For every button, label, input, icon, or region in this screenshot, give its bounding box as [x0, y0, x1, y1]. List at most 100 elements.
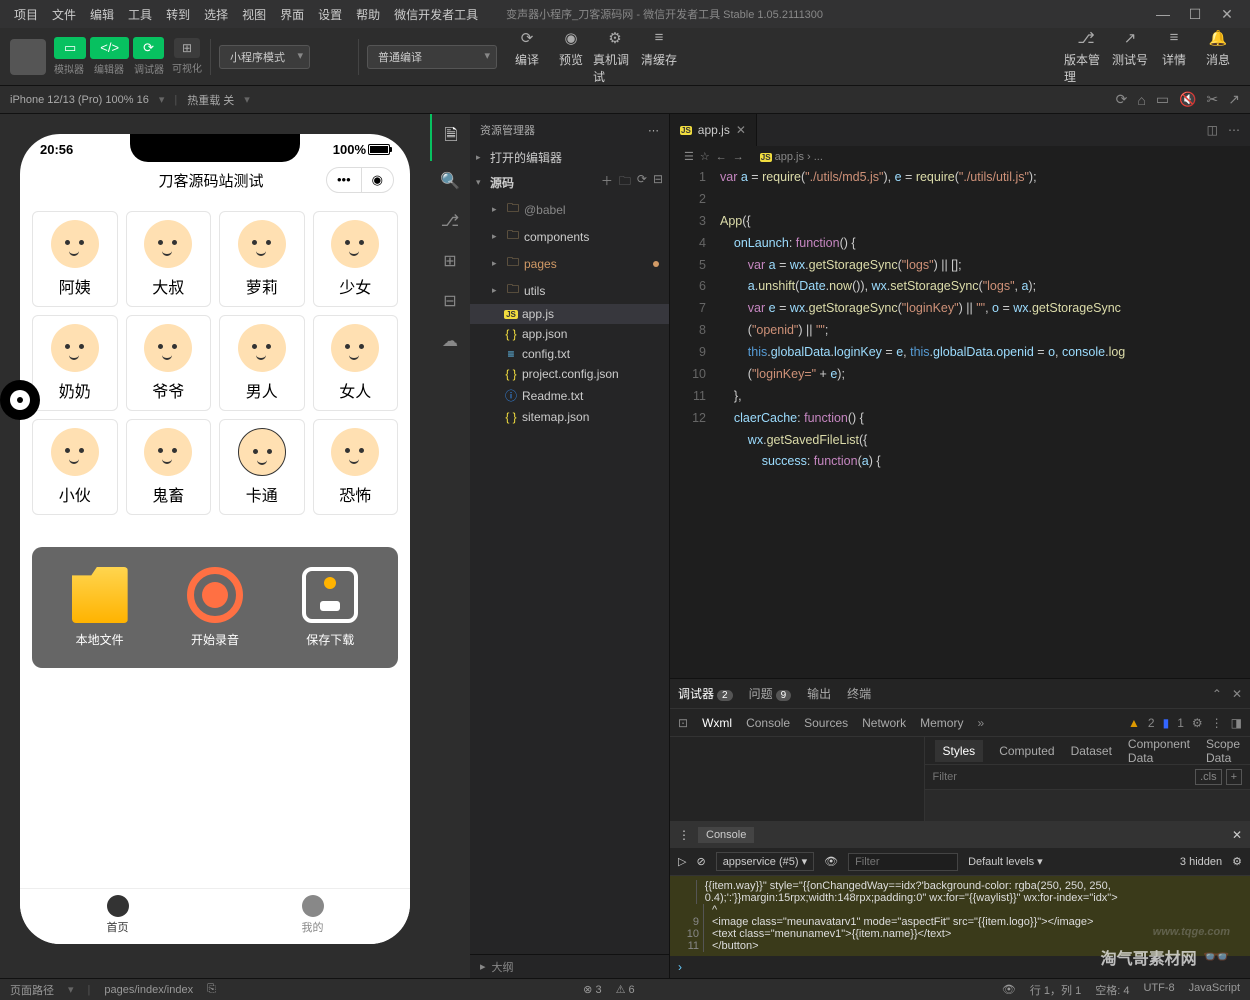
mode-select[interactable]: 小程序模式 [219, 45, 310, 69]
tree-folder[interactable]: ▸🗀@babel [470, 196, 669, 223]
styles-filter[interactable] [933, 771, 1192, 783]
menu-project[interactable]: 项目 [8, 6, 44, 23]
styles-tab[interactable]: Styles [935, 740, 984, 762]
clear-icon[interactable]: ⊘ [696, 855, 705, 868]
float-disc-icon[interactable] [0, 380, 40, 420]
tree-file[interactable]: ⓘReadme.txt [470, 384, 669, 407]
add-style-icon[interactable]: + [1226, 769, 1242, 785]
more-tabs-icon[interactable]: » [977, 716, 984, 730]
newfolder-icon[interactable]: 🗀 [619, 172, 631, 193]
computed-tab[interactable]: Computed [999, 744, 1054, 758]
voice-cell[interactable]: 萝莉 [219, 211, 305, 307]
dt-tab-terminal[interactable]: 终端 [847, 685, 871, 702]
ver-icon[interactable]: ⎇ [1077, 29, 1094, 51]
devtab-wxml[interactable]: Wxml [702, 716, 732, 730]
tab-mine[interactable]: 我的 [215, 889, 410, 944]
cut-icon[interactable]: ✂ [1207, 91, 1219, 108]
voice-cell[interactable]: 爷爷 [126, 315, 212, 411]
remote-icon[interactable]: ⚙ [608, 29, 621, 51]
popout-icon[interactable]: ◨ [1231, 716, 1242, 730]
dt-tab-problems[interactable]: 问题9 [749, 685, 792, 702]
console-close-icon[interactable]: ✕ [1232, 828, 1242, 842]
git-icon[interactable]: ⎇ [430, 201, 470, 241]
dt-tab-output[interactable]: 输出 [807, 685, 831, 702]
eye-icon[interactable]: 👁 [824, 855, 838, 868]
console-toggle-icon[interactable]: ⋮ [678, 828, 690, 842]
test-icon[interactable]: ↗ [1124, 29, 1137, 51]
voice-cell[interactable]: 卡通 [219, 419, 305, 515]
menu-goto[interactable]: 转到 [160, 6, 196, 23]
search-icon[interactable]: 🔍 [430, 161, 470, 201]
gear-icon[interactable]: ⚙ [1232, 855, 1242, 868]
split-icon[interactable]: ◫ [1207, 123, 1218, 137]
devtab-console[interactable]: Console [746, 716, 790, 730]
gear-icon[interactable]: ⚙ [1192, 716, 1203, 730]
compdata-tab[interactable]: Component Data [1128, 737, 1190, 765]
back-icon[interactable]: ▭ [1156, 91, 1169, 108]
tree-file[interactable]: ≡config.txt [470, 344, 669, 364]
dataset-tab[interactable]: Dataset [1071, 744, 1112, 758]
language[interactable]: JavaScript [1189, 982, 1240, 998]
close-icon[interactable]: ✕ [1232, 687, 1242, 701]
copy-icon[interactable]: ⎘ [207, 983, 216, 996]
tab-home[interactable]: 首页 [20, 889, 215, 944]
mute-icon[interactable]: 🔇 [1179, 91, 1196, 108]
editor-tab[interactable]: JSapp.js✕ [670, 114, 757, 146]
scope-tab[interactable]: Scope Data [1206, 737, 1240, 765]
menu-help[interactable]: 帮助 [350, 6, 386, 23]
console-filter[interactable] [848, 853, 958, 871]
nav-back-icon[interactable]: ← [716, 151, 727, 163]
voice-cell[interactable]: 大叔 [126, 211, 212, 307]
cloud-icon[interactable]: ☁ [430, 321, 470, 361]
menu-settings[interactable]: 设置 [312, 6, 348, 23]
code-editor[interactable]: 123 456 789 101112 var a = require("./ut… [670, 167, 1250, 678]
hotreload[interactable]: 热重载 关 [187, 92, 234, 108]
voice-cell[interactable]: 阿姨 [32, 211, 118, 307]
tree-file[interactable]: { }sitemap.json [470, 407, 669, 427]
cursor-pos[interactable]: 行 1，列 1 [1030, 982, 1081, 998]
capsule-close-icon[interactable]: ◉ [362, 168, 393, 192]
warn-icon[interactable]: ▲ [1128, 716, 1140, 730]
cache-icon[interactable]: ≡ [655, 29, 664, 51]
outline-section[interactable]: 大纲 [492, 959, 514, 975]
refresh-tree-icon[interactable]: ⟳ [637, 172, 647, 193]
info-flag-icon[interactable]: ▮ [1163, 716, 1170, 730]
voice-cell[interactable]: 少女 [313, 211, 399, 307]
menu-interface[interactable]: 界面 [274, 6, 310, 23]
save-button[interactable]: 保存下载 [302, 567, 358, 648]
local-file-button[interactable]: 本地文件 [72, 567, 128, 648]
newfile-icon[interactable]: ＋ [601, 172, 613, 193]
tree-file-appjs[interactable]: JSapp.js [470, 304, 669, 324]
files-icon[interactable]: 🗎 [430, 114, 470, 161]
more-icon[interactable]: ⋯ [648, 124, 659, 137]
record-button[interactable]: 开始录音 [187, 567, 243, 648]
debugger-toggle[interactable]: ⟳ [133, 37, 164, 59]
page-path[interactable]: pages/index/index [104, 984, 193, 996]
breadcrumb[interactable]: ☰ ☆ ← → JS app.js › ... [670, 146, 1250, 167]
cls-toggle[interactable]: .cls [1195, 769, 1222, 785]
context-select[interactable]: appservice (#5) ▾ [716, 852, 814, 871]
err-badge[interactable]: ⊗ 3 [583, 983, 601, 996]
voice-cell[interactable]: 男人 [219, 315, 305, 411]
db-icon[interactable]: ⊟ [430, 281, 470, 321]
pop-icon[interactable]: ↗ [1228, 91, 1240, 108]
menu-wxdev[interactable]: 微信开发者工具 [388, 6, 484, 23]
msg-icon[interactable]: 🔔 [1209, 29, 1228, 51]
bookmark-icon[interactable]: ☰ [684, 150, 694, 163]
open-editors-section[interactable]: ▸打开的编辑器 [470, 146, 669, 169]
bookmark-icon[interactable]: ☆ [700, 150, 710, 163]
devtab-sources[interactable]: Sources [804, 716, 848, 730]
tree-file[interactable]: { }app.json [470, 324, 669, 344]
maximize-icon[interactable]: ☐ [1180, 6, 1210, 23]
minimize-icon[interactable]: — [1148, 6, 1178, 22]
menu-view[interactable]: 视图 [236, 6, 272, 23]
capsule[interactable]: •••◉ [326, 167, 394, 193]
devtab-memory[interactable]: Memory [920, 716, 963, 730]
devtab-network[interactable]: Network [862, 716, 906, 730]
more-icon[interactable]: ⋯ [1228, 123, 1240, 137]
close-tab-icon[interactable]: ✕ [736, 123, 746, 137]
play-icon[interactable]: ▷ [678, 855, 686, 868]
collapse-icon[interactable]: ⊟ [653, 172, 663, 193]
compile-icon[interactable]: ⟳ [521, 29, 534, 51]
voice-cell[interactable]: 鬼畜 [126, 419, 212, 515]
